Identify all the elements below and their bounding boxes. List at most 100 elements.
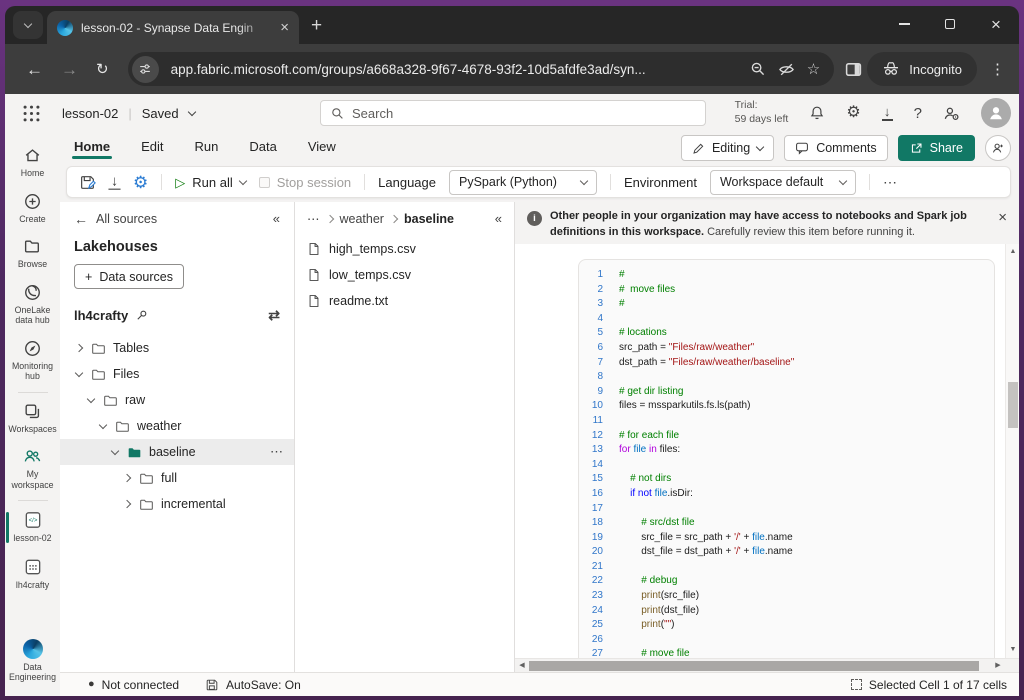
- incognito-badge[interactable]: Incognito: [867, 52, 977, 86]
- code-text[interactable]: src_file = src_path + '/' + file.name: [619, 531, 793, 546]
- code-line[interactable]: 14: [579, 458, 994, 473]
- tab-run[interactable]: Run: [193, 135, 221, 162]
- code-text[interactable]: dst_path = "Files/raw/weather/baseline": [619, 356, 794, 371]
- save-icon[interactable]: [79, 174, 96, 191]
- tab-edit[interactable]: Edit: [139, 135, 165, 162]
- scroll-left-icon[interactable]: ◀: [515, 659, 529, 672]
- tree-item-tables[interactable]: Tables: [60, 335, 294, 361]
- save-state-label[interactable]: Saved: [142, 106, 179, 121]
- code-line[interactable]: 16 if not file.isDir:: [579, 487, 994, 502]
- code-line[interactable]: 15 # not dirs: [579, 472, 994, 487]
- session-settings-icon[interactable]: ⚙: [133, 174, 148, 191]
- rail-item-data-engineering[interactable]: Data Engineering: [5, 633, 60, 690]
- code-text[interactable]: # for each file: [619, 429, 679, 444]
- banner-close-icon[interactable]: ×: [998, 210, 1007, 225]
- address-bar[interactable]: app.fabric.microsoft.com/groups/a668a328…: [128, 52, 835, 86]
- code-line[interactable]: 22 # debug: [579, 574, 994, 589]
- code-text[interactable]: [619, 633, 622, 648]
- toolbar-more-button[interactable]: ⋯: [883, 174, 898, 191]
- share-button[interactable]: Share: [898, 135, 975, 161]
- tab-close-icon[interactable]: ×: [280, 20, 289, 35]
- minimize-button[interactable]: [881, 6, 927, 42]
- help-button[interactable]: ?: [914, 105, 922, 122]
- collapse-explorer-icon[interactable]: «: [273, 211, 280, 226]
- tree-item-baseline-selected[interactable]: baseline ⋯: [60, 439, 294, 465]
- code-line[interactable]: 27 # move file: [579, 647, 994, 658]
- code-text[interactable]: #: [619, 297, 625, 312]
- password-hidden-button[interactable]: [778, 61, 795, 78]
- browser-tab[interactable]: lesson-02 - Synapse Data Engin ×: [47, 11, 299, 44]
- new-tab-button[interactable]: +: [311, 16, 322, 35]
- code-line[interactable]: 17: [579, 502, 994, 517]
- downloads-button[interactable]: ↓: [882, 105, 893, 120]
- code-line[interactable]: 7dst_path = "Files/raw/weather/baseline": [579, 356, 994, 371]
- url-text[interactable]: app.fabric.microsoft.com/groups/a668a328…: [171, 62, 738, 77]
- rail-item-browse[interactable]: Browse: [5, 231, 60, 277]
- forward-button[interactable]: →: [61, 61, 78, 78]
- code-line[interactable]: 11: [579, 414, 994, 429]
- code-text[interactable]: # debug: [619, 574, 677, 589]
- code-line[interactable]: 6src_path = "Files/raw/weather": [579, 341, 994, 356]
- document-title[interactable]: lesson-02: [62, 106, 118, 121]
- code-text[interactable]: # move file: [619, 647, 690, 658]
- settings-button[interactable]: ⚙: [846, 105, 860, 121]
- code-text[interactable]: for file in files:: [619, 443, 680, 458]
- language-dropdown[interactable]: PySpark (Python): [449, 170, 597, 195]
- rail-item-lh4crafty[interactable]: lh4crafty: [5, 551, 60, 598]
- file-item-readme[interactable]: readme.txt: [295, 288, 514, 314]
- editing-mode-button[interactable]: Editing: [681, 135, 774, 161]
- notifications-button[interactable]: [809, 105, 825, 121]
- rail-item-workspaces[interactable]: Workspaces: [5, 396, 60, 442]
- rail-item-create[interactable]: Create: [5, 186, 60, 232]
- file-item-high-temps[interactable]: high_temps.csv: [295, 236, 514, 262]
- zoom-button[interactable]: [750, 61, 766, 77]
- code-line[interactable]: 21: [579, 560, 994, 575]
- feedback-button[interactable]: [943, 105, 960, 122]
- vertical-scroll-thumb[interactable]: [1008, 382, 1018, 428]
- run-all-button[interactable]: ▷ Run all: [175, 175, 245, 190]
- site-info-button[interactable]: [132, 56, 159, 83]
- scroll-right-icon[interactable]: ▶: [991, 659, 1005, 672]
- code-text[interactable]: [619, 502, 622, 517]
- tree-item-incremental[interactable]: incremental: [60, 491, 294, 517]
- breadcrumb-weather[interactable]: weather: [340, 212, 384, 226]
- code-text[interactable]: [619, 560, 622, 575]
- bookmark-star-icon[interactable]: ☆: [807, 60, 820, 78]
- horizontal-scroll-thumb[interactable]: [529, 661, 979, 671]
- code-line[interactable]: 12# for each file: [579, 429, 994, 444]
- code-cell[interactable]: 1#2# move files3#4 5# locations6src_path…: [578, 259, 995, 658]
- collapse-files-icon[interactable]: «: [495, 211, 502, 226]
- maximize-button[interactable]: [927, 6, 973, 42]
- tree-item-weather[interactable]: weather: [60, 413, 294, 439]
- code-text[interactable]: [619, 458, 622, 473]
- breadcrumb-ellipsis[interactable]: ⋯: [307, 211, 320, 226]
- file-item-low-temps[interactable]: low_temps.csv: [295, 262, 514, 288]
- code-line[interactable]: 24 print(dst_file): [579, 604, 994, 619]
- code-line[interactable]: 8: [579, 370, 994, 385]
- lakehouse-name[interactable]: lh4crafty: [74, 308, 128, 323]
- all-sources-link[interactable]: All sources: [96, 212, 157, 226]
- tab-home[interactable]: Home: [72, 135, 112, 162]
- rail-item-my-workspace[interactable]: My workspace: [5, 441, 60, 497]
- code-text[interactable]: print(""): [619, 618, 674, 633]
- add-data-sources-button[interactable]: +Data sources: [74, 264, 184, 289]
- code-text[interactable]: [619, 370, 622, 385]
- breadcrumb-baseline[interactable]: baseline: [404, 212, 454, 226]
- switch-lakehouse-icon[interactable]: ⇄: [268, 307, 280, 324]
- code-text[interactable]: if not file.isDir:: [619, 487, 693, 502]
- pin-icon[interactable]: [135, 309, 148, 322]
- environment-dropdown[interactable]: Workspace default: [710, 170, 856, 195]
- tab-view[interactable]: View: [306, 135, 338, 162]
- split-screen-button[interactable]: [844, 60, 863, 79]
- scroll-up-icon[interactable]: ▲: [1006, 245, 1019, 259]
- comments-button[interactable]: Comments: [784, 135, 887, 161]
- notebook-canvas[interactable]: 1#2# move files3#4 5# locations6src_path…: [515, 244, 1019, 658]
- code-line[interactable]: 5# locations: [579, 326, 994, 341]
- code-text[interactable]: # locations: [619, 326, 667, 341]
- selection-status[interactable]: Selected Cell 1 of 17 cells: [851, 678, 1007, 692]
- tab-data[interactable]: Data: [247, 135, 278, 162]
- rail-item-monitoring[interactable]: Monitoring hub: [5, 333, 60, 389]
- account-avatar[interactable]: [981, 98, 1011, 128]
- code-text[interactable]: [619, 414, 622, 429]
- export-icon[interactable]: ↓: [108, 174, 120, 191]
